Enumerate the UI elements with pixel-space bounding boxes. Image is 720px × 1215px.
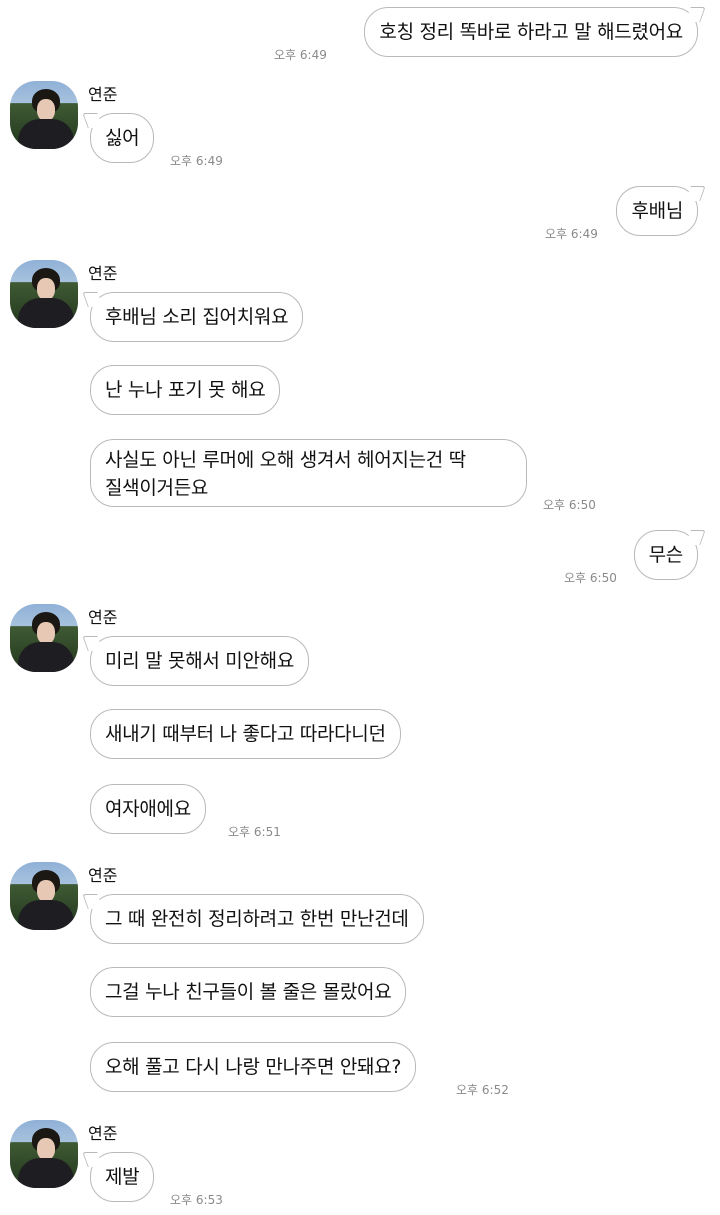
message-time: 오후 6:53 [170, 1193, 223, 1207]
message-time: 오후 6:51 [228, 825, 281, 839]
received-message-bubble[interactable]: 후배님 소리 집어치워요 [90, 292, 304, 342]
received-message-bubble[interactable]: 그 때 완전히 정리하려고 한번 만난건데 [90, 894, 424, 944]
message-text: 무슨 [648, 544, 684, 566]
sent-message-bubble[interactable]: 후배님 [616, 186, 698, 236]
received-message-bubble[interactable]: 오해 풀고 다시 나랑 만나주면 안돼요? [90, 1042, 417, 1092]
message-text-line: 사실도 아닌 루머에 오해 생겨서 헤어지는건 딱 [105, 449, 466, 471]
contact-avatar[interactable] [10, 260, 78, 328]
message-text: 난 누나 포기 못 해요 [105, 379, 266, 401]
contact-avatar[interactable] [10, 81, 78, 149]
message-text: 미리 말 못해서 미안해요 [105, 650, 295, 672]
contact-name: 연준 [88, 608, 118, 627]
received-message-bubble[interactable]: 여자애에요 [90, 784, 206, 834]
message-text: 후배님 소리 집어치워요 [105, 306, 289, 328]
message-time: 오후 6:49 [170, 154, 223, 168]
contact-name: 연준 [88, 85, 118, 104]
sent-message-bubble[interactable]: 호칭 정리 똑바로 하라고 말 해드렸어요 [364, 7, 698, 57]
message-time: 오후 6:50 [564, 571, 617, 585]
received-message-bubble[interactable]: 미리 말 못해서 미안해요 [90, 636, 310, 686]
received-message-bubble[interactable]: 사실도 아닌 루머에 오해 생겨서 헤어지는건 딱 질색이거든요 [90, 439, 527, 507]
message-time: 오후 6:52 [456, 1083, 509, 1097]
sent-message-bubble[interactable]: 무슨 [633, 530, 698, 580]
message-text-line: 질색이거든요 [105, 477, 209, 499]
message-text: 그 때 완전히 정리하려고 한번 만난건데 [105, 908, 409, 930]
message-text: 여자애에요 [105, 798, 191, 820]
message-text: 오해 풀고 다시 나랑 만나주면 안돼요? [105, 1056, 402, 1078]
contact-name: 연준 [88, 1124, 118, 1143]
received-message-bubble[interactable]: 싫어 [90, 113, 155, 163]
message-text: 그걸 누나 친구들이 볼 줄은 몰랐어요 [105, 981, 392, 1003]
message-text: 새내기 때부터 나 좋다고 따라다니던 [105, 723, 386, 745]
received-message-bubble[interactable]: 제발 [90, 1152, 155, 1202]
message-time: 오후 6:50 [543, 498, 596, 512]
contact-avatar[interactable] [10, 604, 78, 672]
contact-name: 연준 [88, 866, 118, 885]
contact-name: 연준 [88, 264, 118, 283]
contact-avatar[interactable] [10, 862, 78, 930]
message-text: 제발 [105, 1166, 140, 1188]
received-message-bubble[interactable]: 난 누나 포기 못 해요 [90, 365, 281, 415]
contact-avatar[interactable] [10, 1120, 78, 1188]
message-time: 오후 6:49 [545, 227, 598, 241]
received-message-bubble[interactable]: 그걸 누나 친구들이 볼 줄은 몰랐어요 [90, 967, 407, 1017]
message-text: 호칭 정리 똑바로 하라고 말 해드렸어요 [379, 21, 683, 43]
message-text: 싫어 [105, 127, 140, 149]
message-text: 후배님 [631, 200, 683, 222]
received-message-bubble[interactable]: 새내기 때부터 나 좋다고 따라다니던 [90, 709, 401, 759]
message-time: 오후 6:49 [274, 48, 327, 62]
